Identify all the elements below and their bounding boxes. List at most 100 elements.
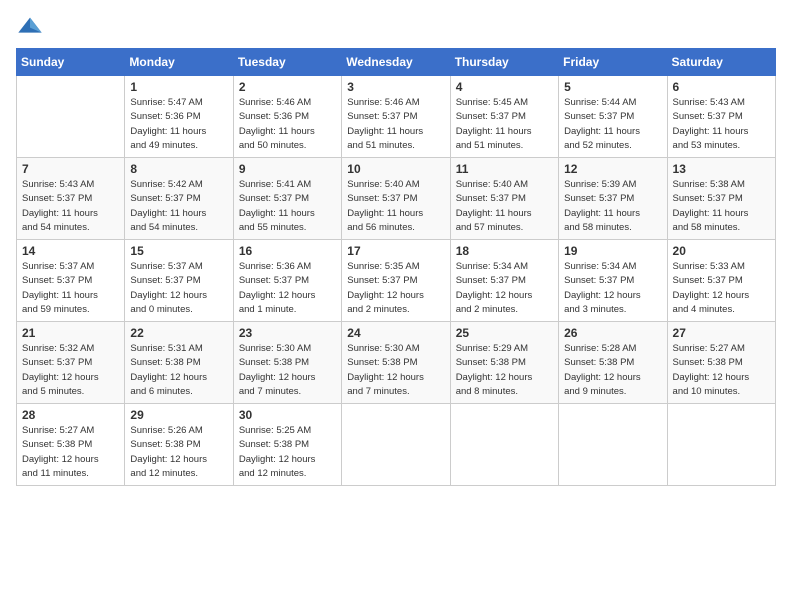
day-number: 20 <box>673 244 770 258</box>
page-header <box>16 16 776 36</box>
calendar-cell: 22 Sunrise: 5:31 AM Sunset: 5:38 PM Dayli… <box>125 322 233 404</box>
calendar-cell: 13Sunrise: 5:38 AM Sunset: 5:37 PM Dayli… <box>667 158 775 240</box>
day-number: 10 <box>347 162 444 176</box>
week-row-3: 14 Sunrise: 5:37 AM Sunset: 5:37 PM Dayli… <box>17 240 776 322</box>
calendar-cell: 11Sunrise: 5:40 AM Sunset: 5:37 PM Dayli… <box>450 158 558 240</box>
calendar-cell <box>559 404 667 486</box>
day-number: 12 <box>564 162 661 176</box>
day-number: 22 <box>130 326 227 340</box>
day-info: Sunrise: 5:36 AM Sunset: 5:37 PM Dayligh… <box>239 260 336 317</box>
calendar-cell: 3 Sunrise: 5:46 AM Sunset: 5:37 PM Daylig… <box>342 76 450 158</box>
day-number: 29 <box>130 408 227 422</box>
calendar-cell: 5Sunrise: 5:44 AM Sunset: 5:37 PM Daylig… <box>559 76 667 158</box>
calendar-cell: 28Sunrise: 5:27 AM Sunset: 5:38 PM Dayli… <box>17 404 125 486</box>
day-info: Sunrise: 5:32 AM Sunset: 5:37 PM Dayligh… <box>22 342 119 399</box>
calendar-cell: 20Sunrise: 5:33 AM Sunset: 5:37 PM Dayli… <box>667 240 775 322</box>
week-row-4: 21Sunrise: 5:32 AM Sunset: 5:37 PM Dayli… <box>17 322 776 404</box>
calendar-cell: 17 Sunrise: 5:35 AM Sunset: 5:37 PM Dayli… <box>342 240 450 322</box>
calendar-cell: 24 Sunrise: 5:30 AM Sunset: 5:38 PM Dayli… <box>342 322 450 404</box>
day-info: Sunrise: 5:31 AM Sunset: 5:38 PM Dayligh… <box>130 342 227 399</box>
day-info: Sunrise: 5:42 AM Sunset: 5:37 PM Dayligh… <box>130 178 227 235</box>
day-number: 7 <box>22 162 119 176</box>
weekday-saturday: Saturday <box>667 49 775 76</box>
day-number: 16 <box>239 244 336 258</box>
calendar-cell: 30Sunrise: 5:25 AM Sunset: 5:38 PM Dayli… <box>233 404 341 486</box>
calendar-cell: 21Sunrise: 5:32 AM Sunset: 5:37 PM Dayli… <box>17 322 125 404</box>
calendar-cell <box>450 404 558 486</box>
day-info: Sunrise: 5:40 AM Sunset: 5:37 PM Dayligh… <box>347 178 444 235</box>
weekday-monday: Monday <box>125 49 233 76</box>
day-info: Sunrise: 5:26 AM Sunset: 5:38 PM Dayligh… <box>130 424 227 481</box>
calendar-cell: 16 Sunrise: 5:36 AM Sunset: 5:37 PM Dayli… <box>233 240 341 322</box>
day-info: Sunrise: 5:45 AM Sunset: 5:37 PM Dayligh… <box>456 96 553 153</box>
day-info: Sunrise: 5:38 AM Sunset: 5:37 PM Dayligh… <box>673 178 770 235</box>
day-info: Sunrise: 5:27 AM Sunset: 5:38 PM Dayligh… <box>673 342 770 399</box>
calendar-cell <box>342 404 450 486</box>
calendar-cell: 19Sunrise: 5:34 AM Sunset: 5:37 PM Dayli… <box>559 240 667 322</box>
calendar-cell: 4 Sunrise: 5:45 AM Sunset: 5:37 PM Daylig… <box>450 76 558 158</box>
day-number: 6 <box>673 80 770 94</box>
day-info: Sunrise: 5:27 AM Sunset: 5:38 PM Dayligh… <box>22 424 119 481</box>
calendar-cell <box>667 404 775 486</box>
day-number: 17 <box>347 244 444 258</box>
day-number: 1 <box>130 80 227 94</box>
calendar-cell: 14 Sunrise: 5:37 AM Sunset: 5:37 PM Dayli… <box>17 240 125 322</box>
calendar-cell: 1 Sunrise: 5:47 AM Sunset: 5:36 PM Daylig… <box>125 76 233 158</box>
day-info: Sunrise: 5:29 AM Sunset: 5:38 PM Dayligh… <box>456 342 553 399</box>
weekday-wednesday: Wednesday <box>342 49 450 76</box>
calendar-cell: 27 Sunrise: 5:27 AM Sunset: 5:38 PM Dayli… <box>667 322 775 404</box>
logo-icon <box>16 16 44 36</box>
day-info: Sunrise: 5:30 AM Sunset: 5:38 PM Dayligh… <box>239 342 336 399</box>
calendar-cell: 15 Sunrise: 5:37 AM Sunset: 5:37 PM Dayli… <box>125 240 233 322</box>
weekday-thursday: Thursday <box>450 49 558 76</box>
day-number: 26 <box>564 326 661 340</box>
day-info: Sunrise: 5:39 AM Sunset: 5:37 PM Dayligh… <box>564 178 661 235</box>
calendar-cell: 8 Sunrise: 5:42 AM Sunset: 5:37 PM Daylig… <box>125 158 233 240</box>
week-row-2: 7 Sunrise: 5:43 AM Sunset: 5:37 PM Daylig… <box>17 158 776 240</box>
day-number: 23 <box>239 326 336 340</box>
day-number: 19 <box>564 244 661 258</box>
day-info: Sunrise: 5:43 AM Sunset: 5:37 PM Dayligh… <box>673 96 770 153</box>
day-info: Sunrise: 5:35 AM Sunset: 5:37 PM Dayligh… <box>347 260 444 317</box>
day-info: Sunrise: 5:46 AM Sunset: 5:37 PM Dayligh… <box>347 96 444 153</box>
calendar-cell <box>17 76 125 158</box>
day-info: Sunrise: 5:34 AM Sunset: 5:37 PM Dayligh… <box>456 260 553 317</box>
calendar-cell: 9 Sunrise: 5:41 AM Sunset: 5:37 PM Daylig… <box>233 158 341 240</box>
day-number: 14 <box>22 244 119 258</box>
calendar-cell: 23 Sunrise: 5:30 AM Sunset: 5:38 PM Dayli… <box>233 322 341 404</box>
day-number: 4 <box>456 80 553 94</box>
calendar-cell: 6 Sunrise: 5:43 AM Sunset: 5:37 PM Daylig… <box>667 76 775 158</box>
day-info: Sunrise: 5:47 AM Sunset: 5:36 PM Dayligh… <box>130 96 227 153</box>
calendar-cell: 25 Sunrise: 5:29 AM Sunset: 5:38 PM Dayli… <box>450 322 558 404</box>
day-number: 2 <box>239 80 336 94</box>
day-number: 18 <box>456 244 553 258</box>
day-number: 27 <box>673 326 770 340</box>
week-row-1: 1 Sunrise: 5:47 AM Sunset: 5:36 PM Daylig… <box>17 76 776 158</box>
day-info: Sunrise: 5:41 AM Sunset: 5:37 PM Dayligh… <box>239 178 336 235</box>
weekday-sunday: Sunday <box>17 49 125 76</box>
day-info: Sunrise: 5:30 AM Sunset: 5:38 PM Dayligh… <box>347 342 444 399</box>
calendar-cell: 10 Sunrise: 5:40 AM Sunset: 5:37 PM Dayli… <box>342 158 450 240</box>
calendar-cell: 18 Sunrise: 5:34 AM Sunset: 5:37 PM Dayli… <box>450 240 558 322</box>
day-info: Sunrise: 5:40 AM Sunset: 5:37 PM Dayligh… <box>456 178 553 235</box>
calendar-cell: 12 Sunrise: 5:39 AM Sunset: 5:37 PM Dayli… <box>559 158 667 240</box>
week-row-5: 28Sunrise: 5:27 AM Sunset: 5:38 PM Dayli… <box>17 404 776 486</box>
day-info: Sunrise: 5:37 AM Sunset: 5:37 PM Dayligh… <box>130 260 227 317</box>
day-number: 30 <box>239 408 336 422</box>
day-number: 9 <box>239 162 336 176</box>
day-number: 5 <box>564 80 661 94</box>
day-number: 25 <box>456 326 553 340</box>
day-number: 15 <box>130 244 227 258</box>
day-number: 24 <box>347 326 444 340</box>
day-info: Sunrise: 5:43 AM Sunset: 5:37 PM Dayligh… <box>22 178 119 235</box>
calendar-body: 1 Sunrise: 5:47 AM Sunset: 5:36 PM Daylig… <box>17 76 776 486</box>
weekday-friday: Friday <box>559 49 667 76</box>
day-info: Sunrise: 5:37 AM Sunset: 5:37 PM Dayligh… <box>22 260 119 317</box>
calendar-cell: 7 Sunrise: 5:43 AM Sunset: 5:37 PM Daylig… <box>17 158 125 240</box>
day-number: 3 <box>347 80 444 94</box>
day-number: 8 <box>130 162 227 176</box>
weekday-tuesday: Tuesday <box>233 49 341 76</box>
day-info: Sunrise: 5:46 AM Sunset: 5:36 PM Dayligh… <box>239 96 336 153</box>
calendar-cell: 26Sunrise: 5:28 AM Sunset: 5:38 PM Dayli… <box>559 322 667 404</box>
calendar-table: SundayMondayTuesdayWednesdayThursdayFrid… <box>16 48 776 486</box>
